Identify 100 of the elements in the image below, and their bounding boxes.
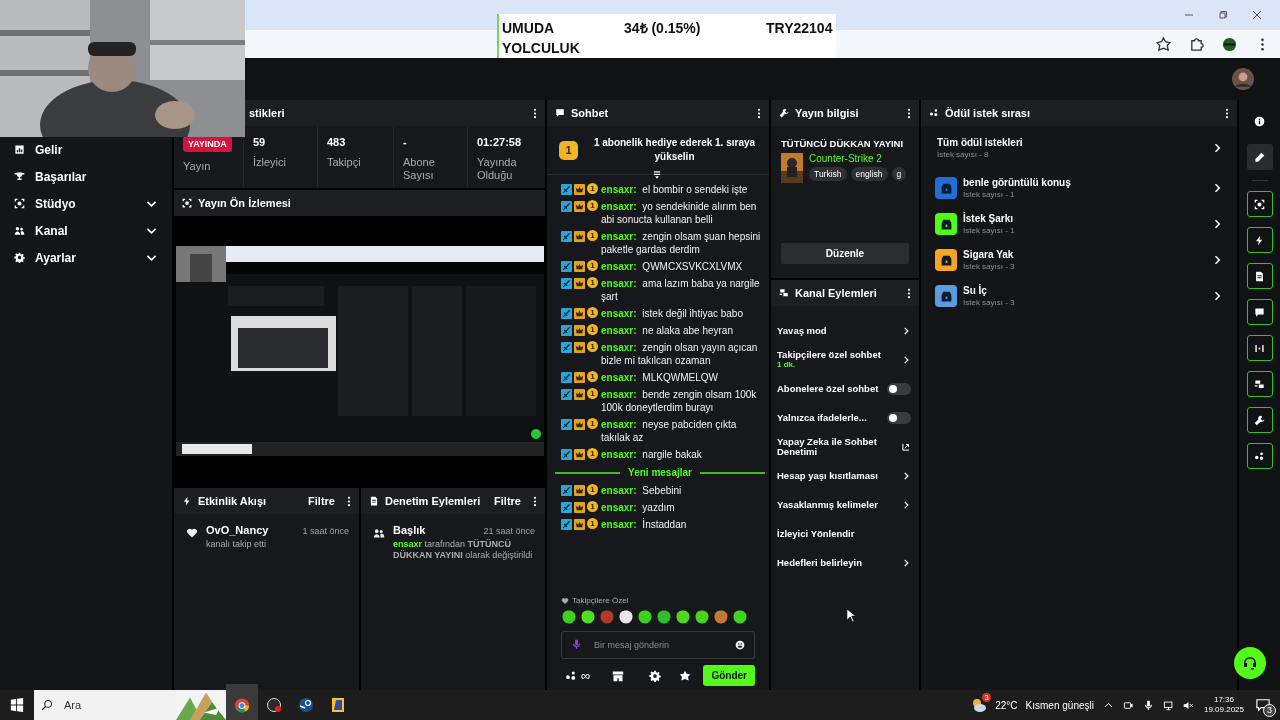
- subscriber-badge: 1: [587, 418, 598, 429]
- chevron-right-icon[interactable]: [901, 557, 911, 568]
- puzzle-icon[interactable]: [1189, 36, 1204, 52]
- category-link[interactable]: Counter-Strike 2: [809, 153, 907, 164]
- clock-date[interactable]: 19.09.2025: [1203, 705, 1244, 715]
- notification-icon[interactable]: [1256, 698, 1270, 712]
- more-options-icon[interactable]: [907, 107, 911, 119]
- reward-title[interactable]: İstek Şarkı: [963, 213, 1205, 224]
- close-icon[interactable]: [1252, 10, 1262, 20]
- emote-icon[interactable]: [580, 609, 596, 625]
- sidebar-item[interactable]: Stüdyo: [0, 190, 172, 217]
- dots-button[interactable]: [1246, 443, 1273, 469]
- chevron-right-icon[interactable]: [901, 499, 911, 510]
- request-count: İstek sayısı - 3: [963, 262, 1016, 271]
- network-icon[interactable]: [1162, 699, 1174, 711]
- headset-icon: [1242, 655, 1258, 671]
- reward-title[interactable]: Tüm ödül istekleri: [937, 137, 1205, 148]
- stat-value: 59: [253, 136, 266, 148]
- emote-icon[interactable]: [694, 609, 710, 625]
- new-messages-divider: Yeni mesajlar: [628, 467, 692, 478]
- actions-button[interactable]: [1246, 371, 1273, 397]
- chrome-icon[interactable]: [226, 683, 258, 720]
- user-avatar-icon[interactable]: [1232, 68, 1254, 90]
- more-options-icon[interactable]: [757, 107, 761, 119]
- lightning-button[interactable]: [1246, 227, 1273, 253]
- action-label[interactable]: Hesap yaşı kısıtlaması: [777, 470, 897, 481]
- store-icon[interactable]: [612, 669, 625, 682]
- sidebar-item[interactable]: Kanal: [0, 217, 172, 244]
- star-icon[interactable]: [1156, 36, 1171, 52]
- emote-icon[interactable]: [618, 609, 634, 625]
- panel-title: Ödül istek sırası: [945, 107, 1031, 119]
- action-label[interactable]: Yapay Zeka ile Sohbet Denetimi: [777, 436, 897, 457]
- sidebar-item[interactable]: Ayarlar: [0, 244, 172, 271]
- clock-time[interactable]: 17:36: [1213, 695, 1234, 705]
- taskbar-search-field[interactable]: Ara: [60, 690, 176, 720]
- more-options-icon[interactable]: [533, 107, 537, 119]
- sword-badge-icon: [561, 372, 572, 383]
- sidebar-item[interactable]: Başarılar: [0, 163, 172, 190]
- emote-icon[interactable]: [675, 609, 691, 625]
- message-input-field[interactable]: Bir mesaj gönderin: [561, 631, 755, 659]
- sidebar-item[interactable]: Gelir: [0, 136, 172, 163]
- drops-amount: ∞: [581, 668, 591, 683]
- emote-icon[interactable]: [637, 609, 653, 625]
- search-icon: [41, 699, 53, 711]
- action-label[interactable]: Yasaklanmış kelimeler: [777, 499, 897, 510]
- subscriber-badge: 1: [587, 371, 598, 382]
- dots-icon[interactable]: [565, 669, 577, 682]
- action-label[interactable]: İzleyici Yönlendir: [777, 528, 911, 539]
- sword-badge-icon: [561, 449, 572, 460]
- wrench-button[interactable]: [1246, 407, 1273, 433]
- action-label[interactable]: Yalnızca ifadelerle...: [777, 412, 883, 423]
- chevron-right-icon[interactable]: [901, 325, 911, 336]
- reward-title[interactable]: Su İç: [963, 285, 1205, 296]
- edit-button[interactable]: Düzenle: [781, 243, 909, 264]
- more-options-icon[interactable]: [1225, 107, 1229, 119]
- emoji-icon[interactable]: [735, 640, 745, 650]
- more-options-icon[interactable]: [533, 495, 537, 507]
- mouse-cursor-icon: [846, 608, 856, 623]
- restore-icon[interactable]: [1218, 10, 1228, 20]
- more-options-icon[interactable]: [907, 287, 911, 299]
- broadcast-button[interactable]: [1246, 335, 1273, 361]
- volume-muted-icon[interactable]: [1182, 699, 1194, 711]
- more-options-icon[interactable]: [347, 495, 351, 507]
- emote-icon[interactable]: [656, 609, 672, 625]
- camera-frame-button[interactable]: [1246, 191, 1273, 217]
- filter-button[interactable]: Filtre: [488, 495, 527, 507]
- action-label[interactable]: Abonelere özel sohbet: [777, 383, 883, 394]
- windows-start-icon[interactable]: [10, 698, 24, 712]
- camera-icon[interactable]: [1122, 699, 1134, 711]
- action-label[interactable]: Takipçilere özel sohbet: [777, 350, 897, 360]
- send-button[interactable]: Gönder: [703, 665, 755, 686]
- toggle-switch[interactable]: [887, 382, 911, 395]
- pencil-button[interactable]: [1246, 144, 1273, 170]
- pause-chat-icon[interactable]: [652, 170, 662, 180]
- chat-message: ensaxr: ama lazım baba ya nargile şart: [601, 277, 761, 303]
- crown-badge-icon: [574, 261, 585, 272]
- microphone-icon[interactable]: [1142, 699, 1154, 711]
- chat-bubble-button[interactable]: [1246, 299, 1273, 325]
- star-badge-icon[interactable]: [679, 669, 692, 682]
- emote-icon[interactable]: [561, 609, 577, 625]
- tag-chip[interactable]: Turkish: [809, 167, 847, 181]
- document-button[interactable]: [1246, 263, 1273, 289]
- filter-button[interactable]: Filtre: [302, 495, 341, 507]
- reward-title[interactable]: Sigara Yak: [963, 249, 1205, 260]
- subscriber-badge: 1: [587, 484, 598, 495]
- broadcast-icon: [1254, 342, 1265, 354]
- reward-title[interactable]: benle görüntülü konuş: [963, 177, 1205, 188]
- tag-chip[interactable]: english: [850, 167, 888, 181]
- settings-icon[interactable]: [649, 669, 662, 682]
- profile-avatar-icon[interactable]: [1222, 36, 1237, 52]
- lightning-icon: [182, 496, 192, 506]
- chevron-right-icon[interactable]: [901, 354, 911, 365]
- external-link-icon[interactable]: [901, 441, 911, 452]
- chevron-right-icon[interactable]: [901, 470, 911, 481]
- action-label[interactable]: Hedefleri belirleyin: [777, 557, 897, 568]
- toggle-switch[interactable]: [887, 411, 911, 424]
- emote-icon[interactable]: [732, 609, 748, 625]
- tag-chip[interactable]: g: [891, 167, 907, 181]
- action-label[interactable]: Yavaş mod: [777, 325, 897, 336]
- weather-icon[interactable]: [971, 697, 988, 713]
